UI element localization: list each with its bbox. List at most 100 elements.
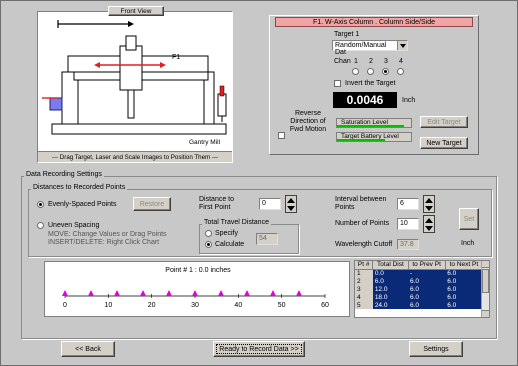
channel-3-radio[interactable] [382, 68, 389, 75]
table-row[interactable]: 5 24.0 6.0 6.0 [355, 301, 483, 309]
channel-number: 4 [399, 58, 403, 65]
invert-target-checkbox[interactable] [334, 80, 341, 87]
table-cell: 18.0 [372, 293, 409, 301]
points-table[interactable]: Pt # Total Dist to Prev Pt to Next Pt 1 0.0-6… [354, 260, 490, 318]
distance-first-stepper[interactable] [285, 195, 297, 213]
data-recording-title: Data Recording Settings [24, 171, 104, 178]
axis-panel: F1. W-Axis Column . Column Side/Side Tar… [269, 15, 479, 155]
gantry-diagram [42, 20, 227, 135]
ready-to-record-button[interactable]: Ready to Record Data >> [213, 341, 305, 357]
chevron-down-icon[interactable] [425, 205, 433, 211]
set-button[interactable]: Set [459, 208, 479, 230]
chart-point [270, 290, 276, 296]
channel-1-radio[interactable] [352, 68, 359, 75]
total-travel-title: Total Travel Distance [202, 219, 271, 226]
f1-label: F1 [172, 54, 181, 61]
chan-label: Chan [334, 58, 351, 65]
chart-tick-label: 60 [321, 302, 329, 309]
distance-first-input[interactable]: 0 [259, 198, 281, 210]
specify-radio[interactable] [205, 230, 212, 237]
table-cell: 6.0 [445, 301, 483, 309]
chart-point [140, 290, 146, 296]
chart-point [296, 290, 302, 296]
scroll-thumb[interactable] [482, 269, 489, 293]
target-select-value: Random/Manual Dat [335, 42, 387, 56]
back-button[interactable]: << Back [61, 341, 115, 357]
scroll-up-icon[interactable] [482, 261, 489, 268]
edit-target-button[interactable]: Edit Target [420, 116, 468, 128]
table-cell: 6.0 [445, 293, 483, 301]
interval-stepper[interactable] [423, 195, 435, 213]
table-cell: - [408, 269, 446, 277]
chart-point [192, 290, 198, 296]
table-row[interactable]: 3 12.0 6.0 6.0 [355, 285, 483, 293]
total-travel-input[interactable]: 54 [256, 233, 278, 245]
chart-tick-label: 10 [104, 302, 112, 309]
restore-button[interactable]: Restore [133, 197, 171, 211]
channel-number: 1 [354, 58, 358, 65]
diagram-hint: --- Drag Target, Laser and Scale Images … [38, 151, 232, 162]
table-header-cell: to Prev Pt [408, 261, 446, 270]
chart-point [244, 290, 250, 296]
evenly-spaced-radio[interactable] [37, 201, 44, 208]
table-row[interactable]: 4 18.0 6.0 6.0 [355, 293, 483, 301]
target-select[interactable]: Random/Manual Dat [332, 40, 408, 56]
table-cell: 5 [355, 301, 373, 309]
calculate-label: Calculate [215, 241, 245, 248]
table-row[interactable]: 1 0.0-6.0 [355, 269, 483, 277]
table-header-cell: Pt # [355, 261, 374, 270]
spindle-column [119, 45, 143, 91]
reverse-direction-checkbox[interactable] [278, 132, 285, 139]
target-label: Target 1 [334, 31, 360, 38]
channel-radios [352, 68, 412, 77]
chevron-up-icon[interactable] [425, 197, 433, 203]
machine-label: Gantry Mill [189, 139, 221, 146]
table-header-cell: to Next Pt [445, 261, 484, 270]
table-cell: 6.0 [408, 277, 446, 285]
chart-plot[interactable]: 0 10 20 30 40 50 60 [45, 262, 349, 316]
chart-tick-label: 20 [148, 302, 156, 309]
table-cell: 0.0 [372, 269, 409, 277]
battery-meter: Target Battery Level [336, 132, 412, 142]
saturation-bar [337, 125, 404, 127]
scroll-down-icon[interactable] [482, 310, 489, 317]
chart-point [218, 290, 224, 296]
table-cell: 6.0 [408, 285, 446, 293]
settings-button[interactable]: Settings [409, 341, 463, 357]
chevron-up-icon[interactable] [425, 217, 433, 223]
points-table-grid: Pt # Total Dist to Prev Pt to Next Pt 1 0.0-6… [355, 261, 484, 309]
uneven-spacing-radio[interactable] [37, 222, 44, 229]
distance-first-label-2: First Point [199, 204, 231, 211]
table-scrollbar[interactable] [481, 261, 489, 317]
points-chart[interactable]: Point # 1 : 0.0 inches 0 10 20 30 40 50 60 [44, 261, 350, 317]
chevron-down-icon[interactable] [425, 225, 433, 231]
reverse-label-line3: Fwd Motion [289, 126, 327, 133]
table-row[interactable]: 2 6.0 6.0 6.0 [355, 277, 483, 285]
number-points-label: Number of Points [335, 220, 390, 227]
reading-display: 0.0046 [333, 92, 397, 108]
chevron-down-icon[interactable] [397, 41, 407, 50]
new-target-button[interactable]: New Target [420, 137, 468, 149]
interval-label-2: Points [335, 204, 355, 211]
reverse-label-line2: Direction of [290, 118, 326, 125]
chevron-down-icon[interactable] [287, 205, 295, 211]
channel-4-radio[interactable] [397, 68, 404, 75]
table-cell: 1 [355, 269, 373, 277]
calculate-radio[interactable] [205, 241, 212, 248]
battery-bar [337, 139, 386, 141]
channel-2-radio[interactable] [367, 68, 374, 75]
table-cell: 6.0 [372, 277, 409, 285]
invert-target-label: Invert the Target [345, 80, 396, 87]
table-cell: 6.0 [445, 277, 483, 285]
table-cell: 3 [355, 285, 373, 293]
chart-tick-label: 40 [234, 302, 242, 309]
chart-point [62, 290, 68, 296]
target-box [49, 97, 63, 111]
number-points-input[interactable]: 10 [397, 218, 419, 230]
diagram-panel: Front View F1 Gantry Mill --- Drag Targe… [37, 6, 233, 163]
channel-number: 3 [384, 58, 388, 65]
chart-point [166, 290, 172, 296]
interval-input[interactable]: 6 [397, 198, 419, 210]
number-points-stepper[interactable] [423, 215, 435, 233]
chevron-up-icon[interactable] [287, 197, 295, 203]
